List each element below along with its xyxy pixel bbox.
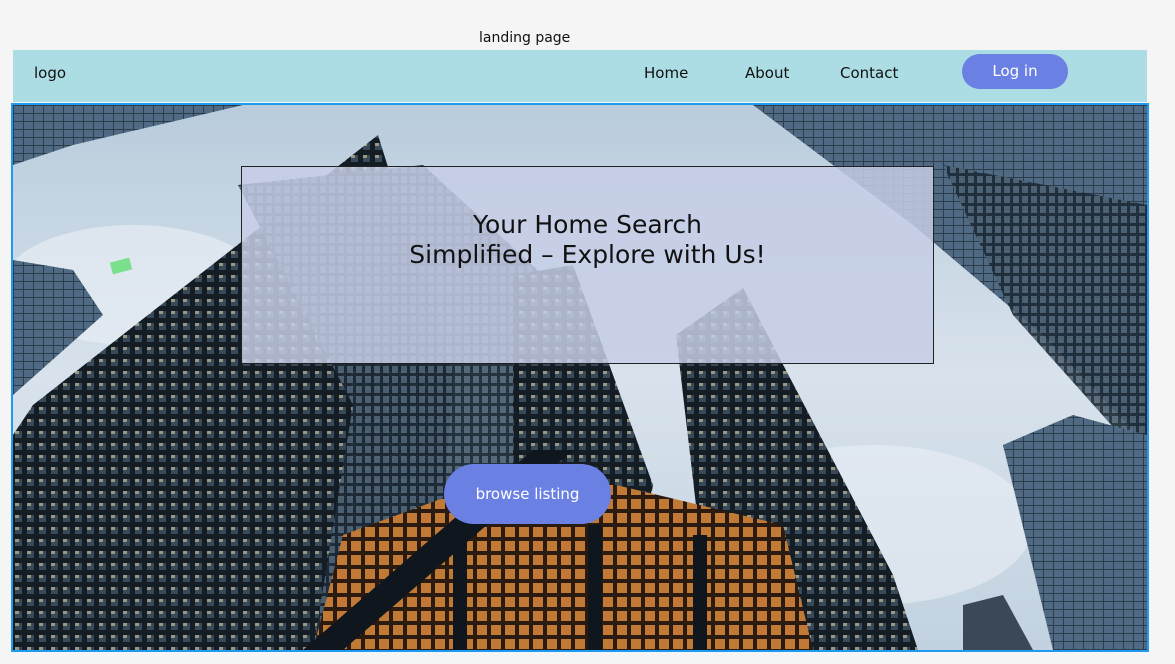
hero-headline-line1: Your Home Search bbox=[473, 210, 702, 239]
nav-link-about[interactable]: About bbox=[745, 64, 789, 82]
hero-headline: Your Home Search Simplified – Explore wi… bbox=[242, 210, 933, 270]
hero-section: Your Home Search Simplified – Explore wi… bbox=[11, 103, 1149, 652]
logo[interactable]: logo bbox=[34, 64, 66, 82]
nav-link-home[interactable]: Home bbox=[644, 64, 688, 82]
browse-listing-button[interactable]: browse listing bbox=[444, 464, 611, 524]
navbar: logo Home About Contact Log in bbox=[13, 50, 1147, 102]
login-button[interactable]: Log in bbox=[962, 54, 1068, 89]
nav-link-contact[interactable]: Contact bbox=[840, 64, 898, 82]
frame-title: landing page bbox=[479, 30, 571, 46]
hero-headline-line2: Simplified – Explore with Us! bbox=[409, 240, 766, 269]
headline-box: Your Home Search Simplified – Explore wi… bbox=[241, 166, 934, 364]
